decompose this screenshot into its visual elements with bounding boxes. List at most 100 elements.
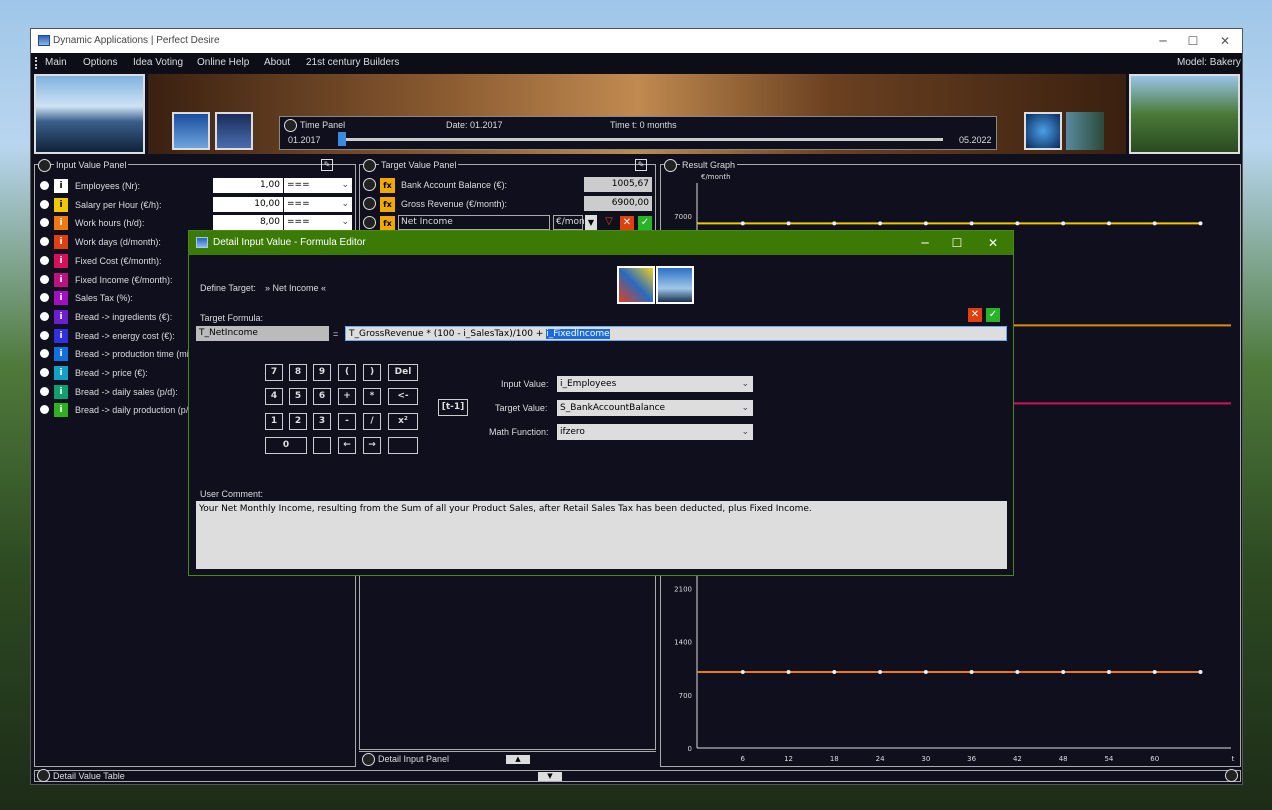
beach-image-button[interactable] xyxy=(656,266,694,304)
backspace-key[interactable]: <- xyxy=(388,388,418,405)
input-row-radio[interactable] xyxy=(40,386,49,396)
menu-21st-century-builders[interactable]: 21st century Builders xyxy=(306,57,399,68)
keypad-key[interactable]: - xyxy=(338,413,356,430)
input-row-radio[interactable] xyxy=(40,255,49,265)
menu-main[interactable]: Main xyxy=(45,57,67,68)
cursor-right-key[interactable]: → xyxy=(363,437,381,454)
minimize-button[interactable]: ─ xyxy=(1149,32,1177,50)
input-row-radio[interactable] xyxy=(40,199,49,209)
input-row-value[interactable]: 1,00 xyxy=(213,178,283,193)
keypad-key-blank[interactable] xyxy=(313,437,331,454)
info-icon[interactable]: i xyxy=(54,235,68,250)
world-map-button[interactable] xyxy=(617,266,655,304)
info-icon[interactable]: i xyxy=(54,328,68,343)
info-icon[interactable]: i xyxy=(54,291,68,306)
input-row-select-value: === xyxy=(287,217,310,228)
target-value-select[interactable]: S_BankAccountBalance ⌄ xyxy=(557,400,753,416)
close-button[interactable]: ✕ xyxy=(1211,32,1239,50)
info-icon[interactable]: i xyxy=(54,347,68,362)
pencil-icon[interactable]: ✎ xyxy=(635,159,647,171)
info-icon[interactable]: i xyxy=(54,309,68,324)
target-name-input[interactable]: Net Income xyxy=(398,215,550,230)
input-row-radio[interactable] xyxy=(40,349,49,359)
menu-options[interactable]: Options xyxy=(83,57,117,68)
expand-down-icon[interactable]: ▼ xyxy=(538,772,562,781)
keypad-key-blank[interactable] xyxy=(388,437,418,454)
globe-button[interactable] xyxy=(1024,112,1062,150)
formula-input[interactable]: T_GrossRevenue * (100 - i_SalesTax)/100 … xyxy=(345,326,1007,341)
target-row-icon[interactable] xyxy=(363,178,376,191)
keypad-key[interactable]: 3 xyxy=(313,413,331,430)
input-row-radio[interactable] xyxy=(40,274,49,284)
filter-icon[interactable]: ▽ xyxy=(602,216,616,230)
info-icon[interactable]: i xyxy=(54,366,68,380)
keypad-key[interactable]: 7 xyxy=(265,364,283,381)
input-row-radio[interactable] xyxy=(40,405,49,415)
thumbnail-button-1[interactable] xyxy=(172,112,210,150)
maximize-button[interactable]: ☐ xyxy=(1179,32,1207,50)
thumbnail-button-3[interactable] xyxy=(1066,112,1104,150)
keypad-key[interactable]: * xyxy=(363,388,381,405)
input-row-radio[interactable] xyxy=(40,237,49,247)
keypad-key[interactable]: 1 xyxy=(265,413,283,430)
dialog-minimize-button[interactable]: ─ xyxy=(911,234,939,252)
input-row-radio[interactable] xyxy=(40,368,49,377)
input-row-radio[interactable] xyxy=(40,293,49,303)
menu-about[interactable]: About xyxy=(264,57,290,68)
menu-idea-voting[interactable]: Idea Voting xyxy=(133,57,183,68)
unit-dropdown-icon[interactable]: ▼ xyxy=(585,215,597,230)
prev-time-button[interactable]: [t-1] xyxy=(438,399,468,416)
keypad-key[interactable]: 6 xyxy=(313,388,331,405)
input-row-select[interactable]: === ⌄ xyxy=(284,215,352,231)
keypad-key[interactable]: 5 xyxy=(289,388,307,405)
time-slider-track[interactable] xyxy=(338,138,943,141)
keypad-key[interactable]: ( xyxy=(338,364,356,381)
formula-confirm-icon[interactable]: ✓ xyxy=(986,308,1000,322)
info-icon[interactable]: i xyxy=(54,384,68,399)
info-icon[interactable]: i xyxy=(54,216,68,231)
keypad-key[interactable]: 4 xyxy=(265,388,283,405)
info-icon[interactable]: i xyxy=(54,253,68,268)
target-row-icon[interactable] xyxy=(363,216,376,229)
keypad-key[interactable]: 2 xyxy=(289,413,307,430)
formula-editor-dialog: Detail Input Value - Formula Editor ─ ☐ … xyxy=(188,230,1014,576)
input-row-select[interactable]: === ⌄ xyxy=(284,196,352,212)
dialog-maximize-button[interactable]: ☐ xyxy=(943,234,971,252)
keypad-key-zero[interactable]: 0 xyxy=(265,437,307,454)
pencil-icon[interactable]: ✎ xyxy=(321,159,333,171)
formula-cancel-icon[interactable]: ✕ xyxy=(968,308,982,322)
thumbnail-button-2[interactable] xyxy=(215,112,253,150)
input-value-select[interactable]: i_Employees ⌄ xyxy=(557,376,753,392)
target-unit-input[interactable]: €/mon xyxy=(553,215,585,230)
cursor-left-key[interactable]: ← xyxy=(338,437,356,454)
info-icon[interactable]: i xyxy=(54,403,68,418)
info-icon[interactable]: i xyxy=(54,197,68,212)
info-icon[interactable]: i xyxy=(54,179,68,193)
cancel-icon[interactable]: ✕ xyxy=(620,216,634,230)
keypad-key[interactable]: + xyxy=(338,388,356,405)
math-function-select[interactable]: ifzero ⌄ xyxy=(557,424,753,440)
keypad-key[interactable]: 9 xyxy=(313,364,331,381)
keypad-key[interactable]: / xyxy=(363,413,381,430)
user-comment-textarea[interactable]: Your Net Monthly Income, resulting from … xyxy=(196,501,1007,569)
menu-online-help[interactable]: Online Help xyxy=(197,57,249,68)
keypad-key[interactable]: x² xyxy=(388,413,418,430)
keypad-key[interactable]: 8 xyxy=(289,364,307,381)
input-row-value[interactable]: 8,00 xyxy=(213,215,283,231)
target-row-icon[interactable] xyxy=(363,197,376,210)
expand-up-icon[interactable]: ▲ xyxy=(506,755,530,764)
data-point xyxy=(786,669,791,674)
info-icon[interactable]: i xyxy=(54,272,68,287)
input-row-select[interactable]: === ⌄ xyxy=(284,178,352,193)
keypad-key[interactable]: Del xyxy=(388,364,418,381)
dialog-close-button[interactable]: ✕ xyxy=(979,234,1007,252)
input-row-radio[interactable] xyxy=(40,181,49,190)
input-row-radio[interactable] xyxy=(40,311,49,321)
confirm-icon[interactable]: ✓ xyxy=(638,216,652,230)
input-row-radio[interactable] xyxy=(40,330,49,340)
input-row-radio[interactable] xyxy=(40,218,49,228)
time-slider-thumb[interactable] xyxy=(338,132,346,146)
chevron-down-icon: ⌄ xyxy=(741,379,749,389)
input-row-value[interactable]: 10,00 xyxy=(213,196,283,212)
keypad-key[interactable]: ) xyxy=(363,364,381,381)
